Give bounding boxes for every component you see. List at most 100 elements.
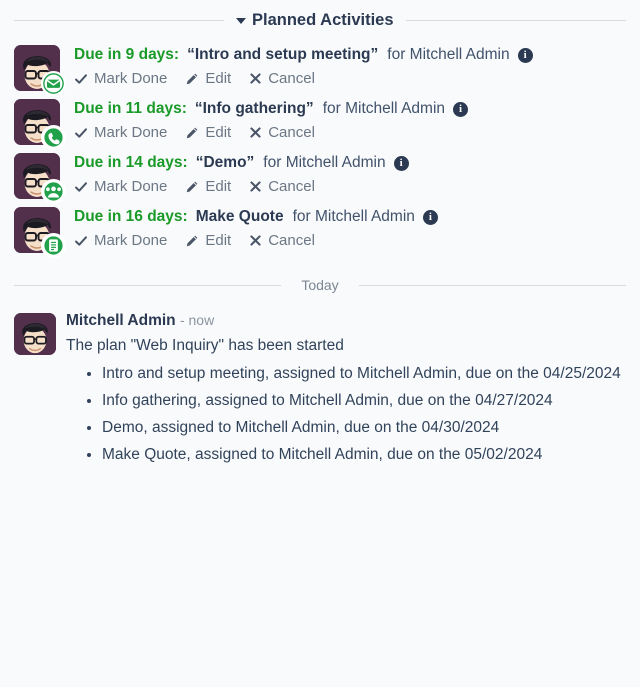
avatar[interactable] xyxy=(14,153,66,204)
check-icon xyxy=(74,180,88,194)
activity-body: Due in 16 days: Make Quote for Mitchell Ad… xyxy=(74,205,626,249)
message-author[interactable]: Mitchell Admin xyxy=(66,312,176,329)
today-divider-line-left xyxy=(14,284,282,286)
planned-activities-header[interactable]: Planned Activities xyxy=(0,0,640,40)
activity-actions: Mark Done Edit Cancel xyxy=(74,124,626,141)
activity-action-label: Mark Done xyxy=(94,70,168,87)
phone-icon xyxy=(41,125,66,150)
close-icon xyxy=(249,180,262,193)
planned-activities-list: Due in 9 days: “Intro and setup meeting” f… xyxy=(0,40,640,258)
activity-actions: Mark Done Edit Cancel xyxy=(74,232,626,249)
list-item: Make Quote, assigned to Mitchell Admin, … xyxy=(102,442,626,468)
activity-body: Due in 14 days: “Demo” for Mitchell Admin i… xyxy=(74,151,626,195)
activity-action-label: Edit xyxy=(205,178,232,195)
list-item: Intro and setup meeting, assigned to Mit… xyxy=(102,361,626,387)
close-icon xyxy=(249,126,262,139)
activity-edit-button[interactable]: Edit xyxy=(185,178,231,195)
check-icon xyxy=(74,234,88,248)
activity-action-label: Mark Done xyxy=(94,178,168,195)
avatar[interactable] xyxy=(14,207,66,258)
close-icon xyxy=(249,72,262,85)
list-item: Info gathering, assigned to Mitchell Adm… xyxy=(102,388,626,414)
pencil-icon xyxy=(185,126,199,140)
list-item: Demo, assigned to Mitchell Admin, due on… xyxy=(102,415,626,441)
message-header: Mitchell Admin - now xyxy=(66,310,626,331)
activity-mark-done-button[interactable]: Mark Done xyxy=(74,178,167,195)
avatar[interactable] xyxy=(14,313,56,355)
activity-assignee: for Mitchell Admin xyxy=(263,154,386,171)
activity-action-label: Cancel xyxy=(268,178,315,195)
activity-title: “Demo” xyxy=(195,154,255,171)
pencil-icon xyxy=(185,180,199,194)
planned-activities-title: Planned Activities xyxy=(252,10,394,29)
activity-row: Due in 16 days: Make Quote for Mitchell Ad… xyxy=(0,202,640,258)
activity-title: “Intro and setup meeting” xyxy=(187,46,379,63)
activity-action-label: Cancel xyxy=(268,232,315,249)
activity-action-label: Edit xyxy=(205,124,232,141)
activity-body: Due in 9 days: “Intro and setup meeting” f… xyxy=(74,43,626,87)
activity-cancel-button[interactable]: Cancel xyxy=(249,232,315,249)
message-item: Mitchell Admin - now The plan "Web Inqui… xyxy=(0,302,640,469)
activity-due-date: Due in 9 days: xyxy=(74,46,180,63)
activity-assignee: for Mitchell Admin xyxy=(387,46,510,63)
pencil-icon xyxy=(185,72,199,86)
info-icon[interactable]: i xyxy=(517,47,533,63)
divider-right xyxy=(405,19,626,21)
info-icon[interactable]: i xyxy=(453,101,469,117)
activity-row: Due in 11 days: “Info gathering” for Mitch… xyxy=(0,94,640,150)
activity-cancel-button[interactable]: Cancel xyxy=(249,124,315,141)
activity-summary: Due in 14 days: “Demo” for Mitchell Admin i xyxy=(74,152,626,174)
avatar-image xyxy=(14,313,56,355)
activity-due-date: Due in 14 days: xyxy=(74,154,188,171)
activity-mark-done-button[interactable]: Mark Done xyxy=(74,232,167,249)
activity-action-label: Mark Done xyxy=(94,124,168,141)
activity-cancel-button[interactable]: Cancel xyxy=(249,178,315,195)
check-icon xyxy=(74,126,88,140)
activity-actions: Mark Done Edit Cancel xyxy=(74,70,626,87)
today-divider-line-right xyxy=(358,284,627,286)
activity-row: Due in 14 days: “Demo” for Mitchell Admin i… xyxy=(0,148,640,204)
activity-action-label: Cancel xyxy=(268,70,315,87)
activity-cancel-button[interactable]: Cancel xyxy=(249,70,315,87)
today-divider: Today xyxy=(0,268,640,302)
check-icon xyxy=(74,72,88,86)
activity-action-label: Mark Done xyxy=(94,232,168,249)
activity-due-date: Due in 16 days: xyxy=(74,208,188,225)
avatar[interactable] xyxy=(14,99,66,150)
activity-action-label: Cancel xyxy=(268,124,315,141)
users-meeting-icon xyxy=(41,179,66,204)
activity-edit-button[interactable]: Edit xyxy=(185,232,231,249)
info-icon[interactable]: i xyxy=(422,209,438,225)
activity-summary: Due in 16 days: Make Quote for Mitchell Ad… xyxy=(74,206,626,228)
activity-action-label: Edit xyxy=(205,70,232,87)
activity-title: “Info gathering” xyxy=(194,100,314,117)
activity-row: Due in 9 days: “Intro and setup meeting” f… xyxy=(0,40,640,96)
activity-summary: Due in 11 days: “Info gathering” for Mitch… xyxy=(74,98,626,120)
close-icon xyxy=(249,234,262,247)
activity-title: Make Quote xyxy=(195,208,284,225)
chevron-down-icon xyxy=(236,18,246,24)
activity-actions: Mark Done Edit Cancel xyxy=(74,178,626,195)
activity-action-label: Edit xyxy=(205,232,232,249)
activity-edit-button[interactable]: Edit xyxy=(185,124,231,141)
activity-body: Due in 11 days: “Info gathering” for Mitch… xyxy=(74,97,626,141)
message-bullet-list: Intro and setup meeting, assigned to Mit… xyxy=(66,361,626,468)
message-text: The plan "Web Inquiry" has been started xyxy=(66,337,344,354)
planned-activities-toggle[interactable]: Planned Activities xyxy=(236,11,394,30)
avatar[interactable] xyxy=(14,45,66,96)
pencil-icon xyxy=(185,234,199,248)
activity-mark-done-button[interactable]: Mark Done xyxy=(74,124,167,141)
message-body: Mitchell Admin - now The plan "Web Inqui… xyxy=(66,310,626,469)
info-icon[interactable]: i xyxy=(393,155,409,171)
activity-due-date: Due in 11 days: xyxy=(74,100,187,117)
email-icon xyxy=(41,71,66,96)
activity-edit-button[interactable]: Edit xyxy=(185,70,231,87)
today-label: Today xyxy=(301,277,339,293)
activity-assignee: for Mitchell Admin xyxy=(292,208,415,225)
activity-summary: Due in 9 days: “Intro and setup meeting” f… xyxy=(74,44,626,66)
message-timestamp: - now xyxy=(179,312,215,328)
document-icon xyxy=(41,233,66,258)
divider-left xyxy=(14,19,224,21)
activity-mark-done-button[interactable]: Mark Done xyxy=(74,70,167,87)
activity-assignee: for Mitchell Admin xyxy=(322,100,446,117)
